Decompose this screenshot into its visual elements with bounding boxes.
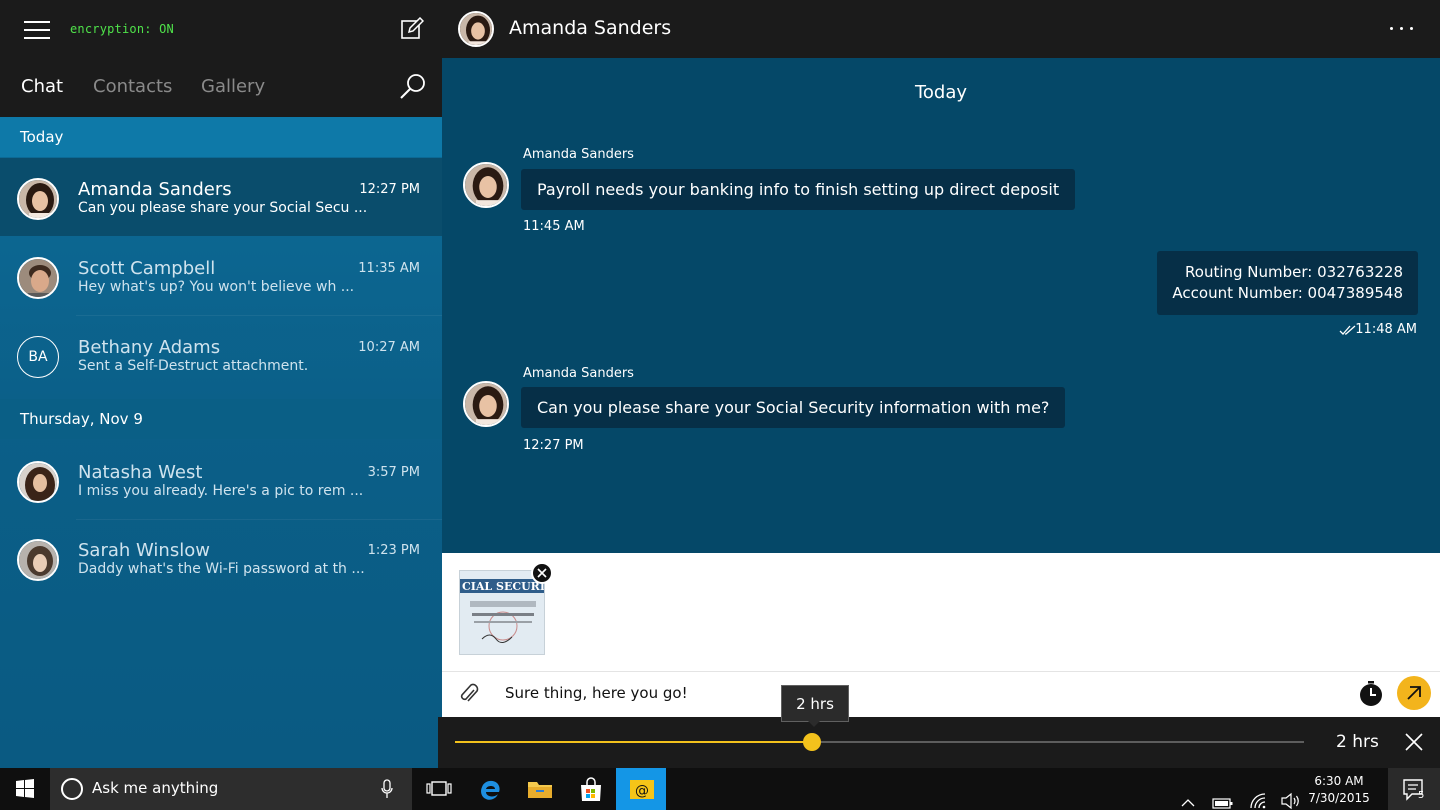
avatar [17,461,59,503]
task-view-icon[interactable] [413,768,463,810]
contact-name: Amanda Sanders [509,17,672,39]
self-destruct-slider-track[interactable] [455,733,1304,751]
message-input[interactable]: Sure thing, here you go! [505,684,688,702]
avatar [17,178,59,220]
avatar [17,257,59,299]
day-separator: Today [914,82,968,103]
group-header-today: Today [0,117,442,157]
conversation-item-natasha-west[interactable]: Natasha West I miss you already. Here's … [0,441,442,519]
file-explorer-icon[interactable] [514,768,564,810]
notification-count: 5 [1418,790,1425,801]
compose-icon[interactable] [400,17,424,41]
action-center-button[interactable]: 5 [1388,768,1440,810]
more-options-icon[interactable] [1388,22,1416,34]
message-time: 11:48 AM [1355,322,1417,337]
conversation-snippet: Can you please share your Social Secu ..… [78,200,368,216]
clock-date: 7/30/2015 [1308,791,1370,805]
self-destruct-timer-icon[interactable] [1358,680,1384,708]
conversation-time: 3:57 PM [367,465,420,480]
left-top-bar: encryption: ON [0,0,442,58]
windows-logo-icon [16,779,34,798]
tooltip-pointer [807,720,821,727]
tab-chat[interactable]: Chat [21,76,63,97]
remove-attachment-icon[interactable] [531,562,553,584]
clock-time: 6:30 AM [1314,774,1364,788]
battery-icon[interactable] [1212,782,1234,810]
search-icon[interactable] [398,72,428,102]
conversation-item-sarah-winslow[interactable]: Sarah Winslow Daddy what's the Wi-Fi pas… [0,519,442,597]
conversation-name: Natasha West [78,462,203,483]
conversation-snippet: Daddy what's the Wi-Fi password at th ..… [78,561,365,577]
avatar-initials: BA [17,336,59,378]
outgoing-message-bubble[interactable]: Routing Number: 032763228 Account Number… [1157,251,1418,315]
conversation-item-scott-campbell[interactable]: Scott Campbell Hey what's up? You won't … [0,237,442,315]
contact-avatar[interactable] [458,11,494,47]
message-time: 11:45 AM [523,219,585,234]
store-icon[interactable] [565,768,615,810]
outgoing-message-line: Routing Number: 032763228 [1185,263,1403,281]
conversation-name: Amanda Sanders [78,179,232,200]
slider-fill [455,741,812,743]
system-clock[interactable]: 6:30 AM 7/30/2015 [1300,773,1378,807]
tab-contacts[interactable]: Contacts [93,76,172,97]
paperclip-icon[interactable] [458,682,480,706]
tab-bar: Chat Contacts Gallery [0,58,442,117]
message-sender: Amanda Sanders [523,366,634,381]
cortana-search-box[interactable]: Ask me anything [50,768,412,810]
group-header-thursday: Thursday, Nov 9 [0,399,442,439]
message-list: Today Amanda Sanders Payroll needs your … [442,58,1440,553]
search-placeholder: Ask me anything [92,779,219,797]
chat-header: Amanda Sanders [442,0,1440,58]
tab-gallery[interactable]: Gallery [201,76,265,97]
show-hidden-icons-chevron-icon[interactable] [1180,782,1196,810]
conversation-pane: encryption: ON Chat Contacts Gallery Tod… [0,0,442,768]
incoming-message-bubble[interactable]: Can you please share your Social Securit… [521,387,1066,428]
conversation-item-bethany-adams[interactable]: BA Bethany Adams Sent a Self-Destruct at… [0,316,442,394]
self-destruct-value: 2 hrs [1336,732,1379,752]
wifi-icon[interactable] [1248,780,1268,810]
avatar [17,539,59,581]
slider-tooltip: 2 hrs [781,685,849,722]
conversation-time: 10:27 AM [358,340,420,355]
message-time: 12:27 PM [523,438,584,453]
conversation-snippet: I miss you already. Here's a pic to rem … [78,483,364,499]
edge-browser-icon[interactable] [464,768,514,810]
conversation-name: Sarah Winslow [78,540,210,561]
messaging-app-icon[interactable]: @ [616,768,666,810]
self-destruct-slider-bar: 2 hrs [438,717,1440,768]
send-button[interactable] [1397,676,1431,710]
conversation-snippet: Sent a Self-Destruct attachment. [78,358,309,374]
encryption-status: encryption: ON [70,22,174,36]
close-icon[interactable] [1404,732,1424,752]
notification-icon [1403,779,1423,801]
conversation-item-amanda-sanders[interactable]: Amanda Sanders Can you please share your… [0,158,442,236]
compose-bar: Sure thing, here you go! [442,671,1440,717]
svg-text:@: @ [635,783,649,799]
start-button[interactable] [0,768,50,810]
volume-icon[interactable] [1280,780,1302,810]
attachment-tray: CIAL SECURI [442,553,1440,671]
conversation-name: Bethany Adams [78,337,221,358]
chat-pane: Amanda Sanders Today Amanda Sanders Payr… [438,0,1440,768]
windows-taskbar: Ask me anything @ 6:30 AM 7/30/2015 5 [0,768,1440,810]
message-avatar [463,162,509,208]
incoming-message-bubble[interactable]: Payroll needs your banking info to finis… [521,169,1076,210]
conversation-time: 12:27 PM [359,182,420,197]
hamburger-menu-icon[interactable] [24,21,52,39]
message-sender: Amanda Sanders [523,147,634,162]
conversation-time: 1:23 PM [367,543,420,558]
outgoing-message-line: Account Number: 0047389548 [1172,284,1403,302]
slider-thumb[interactable] [802,733,821,751]
conversation-time: 11:35 AM [358,261,420,276]
conversation-name: Scott Campbell [78,258,216,279]
attachment-thumbnail[interactable]: CIAL SECURI [459,570,545,655]
microphone-icon[interactable] [380,779,394,799]
message-avatar [463,381,509,427]
conversation-snippet: Hey what's up? You won't believe wh ... [78,279,355,295]
cortana-icon [61,778,83,800]
